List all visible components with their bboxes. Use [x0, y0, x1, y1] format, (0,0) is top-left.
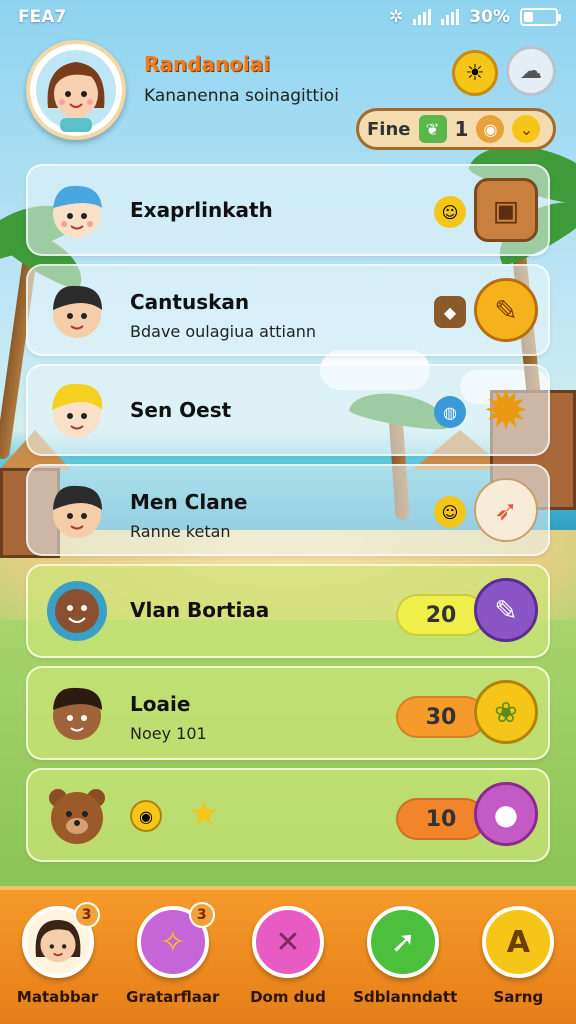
boy-avatar-icon — [44, 378, 110, 444]
nav-item-shop[interactable]: A Sarng — [468, 906, 568, 1024]
sun-avatar-icon — [44, 578, 110, 644]
nav-label: Sdblanndatt — [353, 988, 458, 1006]
status-time: FEA7 — [18, 7, 67, 27]
list-item[interactable]: Loaie Noey 101 30 ❀ — [26, 666, 550, 760]
list-item[interactable]: Sen Oest ◍ ✹ — [26, 364, 550, 456]
star-icon: ★ — [188, 794, 220, 834]
boy-avatar-icon — [44, 278, 110, 344]
resource-counter[interactable]: Fine ❦ 1 ◉ ⌄ — [356, 108, 556, 150]
wifi-signal-icon — [441, 9, 460, 25]
list-item-name: Men Clane — [130, 490, 248, 514]
sun-icon: ☀ — [465, 60, 485, 86]
girl-avatar-icon — [36, 50, 116, 132]
arrow-icon: ➚ — [367, 906, 440, 978]
boy-avatar-icon — [44, 478, 110, 544]
chest-icon[interactable]: ▣ — [474, 178, 538, 242]
list-item-subtitle: Ranne ketan — [130, 522, 231, 541]
nav-item-craft[interactable]: ✧ 3 Gratarflaar — [123, 902, 223, 1024]
avatar[interactable] — [26, 40, 126, 140]
berry-icon[interactable]: ● — [474, 782, 538, 846]
battery-text: 30% — [469, 7, 510, 27]
smile-icon: ☺ — [434, 196, 466, 228]
nav-item-explore[interactable]: ➚ Sdblanndatt — [353, 906, 458, 1024]
status-bar: FEA7 ✲ 30% — [0, 0, 576, 34]
score-pill: 30 — [396, 696, 486, 738]
page-subtitle: Kananenna soinagittioi — [144, 86, 339, 106]
fruit-icon[interactable]: ❀ — [474, 680, 538, 744]
character-list: Exaprlinkath ☺ ▣ Cantuskan Bdave oulagiu… — [26, 164, 550, 870]
list-item-name: Sen Oest — [130, 398, 232, 422]
bluetooth-icon: ✲ — [389, 7, 404, 27]
notification-badge: 3 — [188, 902, 215, 928]
boy-avatar-icon — [44, 178, 110, 244]
list-item-name: Loaie — [130, 692, 191, 716]
nav-item-profile[interactable]: 3 Matabbar — [8, 902, 108, 1024]
smile-icon: ☺ — [434, 496, 466, 528]
notification-badge: 3 — [73, 902, 100, 928]
list-item[interactable]: Vlan Bortiaa 20 ✎ — [26, 564, 550, 658]
bottom-nav: 3 Matabbar ✧ 3 Gratarflaar ✕ Dom dud ➚ S… — [0, 886, 576, 1024]
feather-icon[interactable]: ✎ — [474, 278, 538, 342]
bear-avatar-icon — [44, 782, 110, 848]
signal-icon — [413, 9, 432, 25]
leaf-icon: ❦ — [418, 115, 447, 143]
coin-icon: ◉ — [476, 115, 505, 143]
page-title: Randanoiai — [144, 52, 271, 76]
list-item-name: Cantuskan — [130, 290, 250, 314]
list-item-subtitle: Bdave oulagiua attiann — [130, 322, 317, 341]
list-item-subtitle: Noey 101 — [130, 724, 207, 743]
nav-item-battle[interactable]: ✕ Dom dud — [238, 906, 338, 1024]
list-item[interactable]: ◉ ★ 10 ● — [26, 768, 550, 862]
gear-icon[interactable]: ✹ — [474, 378, 538, 442]
boy-avatar-icon — [44, 680, 110, 746]
nav-label: Sarng — [493, 988, 544, 1006]
profile-header: Randanoiai Kananenna soinagittioi ☀ ☁ Fi… — [18, 36, 558, 156]
globe-icon: ◍ — [434, 396, 466, 428]
coin-icon: ◉ — [130, 800, 162, 832]
cloud-icon: ☁ — [520, 58, 542, 84]
list-item[interactable]: Cantuskan Bdave oulagiua attiann ◆ ✎ — [26, 264, 550, 356]
battery-icon — [520, 8, 561, 26]
seed-icon: ◆ — [434, 296, 466, 328]
chevron-down-icon[interactable]: ⌄ — [512, 115, 541, 143]
list-item-name: Vlan Bortiaa — [130, 598, 270, 622]
resource-count: 1 — [454, 117, 469, 141]
score-pill: 10 — [396, 798, 486, 840]
score-pill: 20 — [396, 594, 486, 636]
settings-button[interactable]: ☁ — [506, 46, 556, 96]
crossed-swords-icon: ✕ — [251, 906, 324, 978]
feather-icon[interactable]: ✎ — [474, 578, 538, 642]
sun-button[interactable]: ☀ — [452, 50, 498, 96]
letter-a-icon: A — [482, 906, 555, 978]
list-item[interactable]: Men Clane Ranne ketan ☺ ➶ — [26, 464, 550, 556]
carrot-icon[interactable]: ➶ — [474, 478, 538, 542]
nav-label: Dom dud — [250, 988, 326, 1006]
list-item[interactable]: Exaprlinkath ☺ ▣ — [26, 164, 550, 256]
nav-label: Matabbar — [16, 988, 99, 1006]
nav-label: Gratarflaar — [126, 988, 220, 1006]
list-item-name: Exaprlinkath — [130, 198, 273, 222]
resource-label: Fine — [367, 118, 411, 140]
